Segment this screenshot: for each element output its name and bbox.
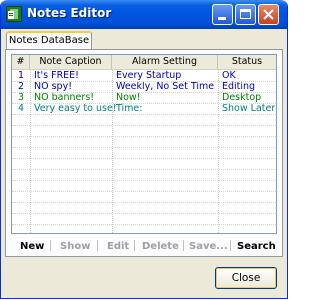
notes-list[interactable]: # Note Caption Alarm Setting Status 1 It… — [11, 54, 277, 234]
row-status: OK — [222, 70, 236, 81]
notes-editor-window: Notes Editor Notes DataBase # Note Capti… — [0, 0, 288, 299]
grid-line — [12, 191, 276, 192]
row-alarm: Every Startup — [116, 70, 182, 81]
grid-line — [12, 125, 276, 126]
toolbar-separator — [230, 240, 231, 251]
row-caption: Very easy to use! — [34, 103, 117, 114]
row-status: Desktop — [222, 92, 262, 103]
grid-line — [12, 169, 276, 170]
edit-button[interactable]: Edit — [107, 239, 129, 253]
row-number: 4 — [18, 103, 25, 114]
toolbar-separator — [183, 240, 184, 251]
column-header-number[interactable]: # — [12, 55, 30, 69]
row-alarm: Weekly, No Set Time — [116, 81, 215, 92]
grid-line — [12, 136, 276, 137]
minimize-button[interactable] — [212, 4, 233, 25]
notes-database-panel: # Note Caption Alarm Setting Status 1 It… — [5, 49, 283, 257]
close-icon — [263, 9, 274, 20]
close-button[interactable]: Close — [215, 267, 277, 289]
window-title: Notes Editor — [27, 6, 112, 20]
table-row[interactable]: 2 NO spy! Weekly, No Set Time Editing — [12, 81, 276, 92]
row-alarm: Time: — [116, 103, 143, 114]
row-number: 2 — [18, 81, 25, 92]
toolbar-separator — [134, 240, 135, 251]
table-row[interactable]: 3 NO banners! Now! Desktop — [12, 92, 276, 103]
grid-line — [12, 213, 276, 214]
grid-line — [12, 202, 276, 203]
grid-line — [12, 180, 276, 181]
maximize-button[interactable] — [235, 4, 256, 25]
grid-line — [12, 147, 276, 148]
grid-line — [12, 158, 276, 159]
title-bar[interactable]: Notes Editor — [1, 0, 287, 29]
toolbar-separator — [50, 240, 51, 251]
new-button[interactable]: New — [20, 239, 44, 253]
row-status: Show Later — [222, 103, 276, 114]
grid-line — [12, 103, 276, 104]
save-button[interactable]: Save... — [189, 239, 228, 253]
column-header-alarm[interactable]: Alarm Setting — [112, 55, 218, 69]
minimize-icon — [218, 17, 226, 20]
app-icon — [6, 6, 22, 22]
row-caption: NO banners! — [34, 92, 95, 103]
grid-line — [12, 81, 276, 82]
table-row[interactable]: 4 Very easy to use! Time: Show Later — [12, 103, 276, 114]
row-caption: It's FREE! — [34, 70, 79, 81]
table-row[interactable]: 1 It's FREE! Every Startup OK — [12, 70, 276, 81]
grid-line — [12, 224, 276, 225]
row-number: 3 — [18, 92, 25, 103]
maximize-icon — [240, 9, 251, 19]
show-button[interactable]: Show — [60, 239, 90, 253]
close-window-button[interactable] — [258, 4, 279, 25]
search-button[interactable]: Search — [237, 239, 276, 253]
row-status: Editing — [222, 81, 256, 92]
toolbar-separator — [97, 240, 98, 251]
delete-button[interactable]: Delete — [142, 239, 179, 253]
grid-line — [12, 114, 276, 115]
row-alarm: Now! — [116, 92, 141, 103]
row-number: 1 — [18, 70, 25, 81]
tab-notes-database[interactable]: Notes DataBase — [6, 31, 92, 50]
column-header-status[interactable]: Status — [218, 55, 276, 69]
grid-line — [12, 92, 276, 93]
row-caption: NO spy! — [34, 81, 73, 92]
column-header-caption[interactable]: Note Caption — [30, 55, 112, 69]
list-header: # Note Caption Alarm Setting Status — [12, 55, 276, 70]
